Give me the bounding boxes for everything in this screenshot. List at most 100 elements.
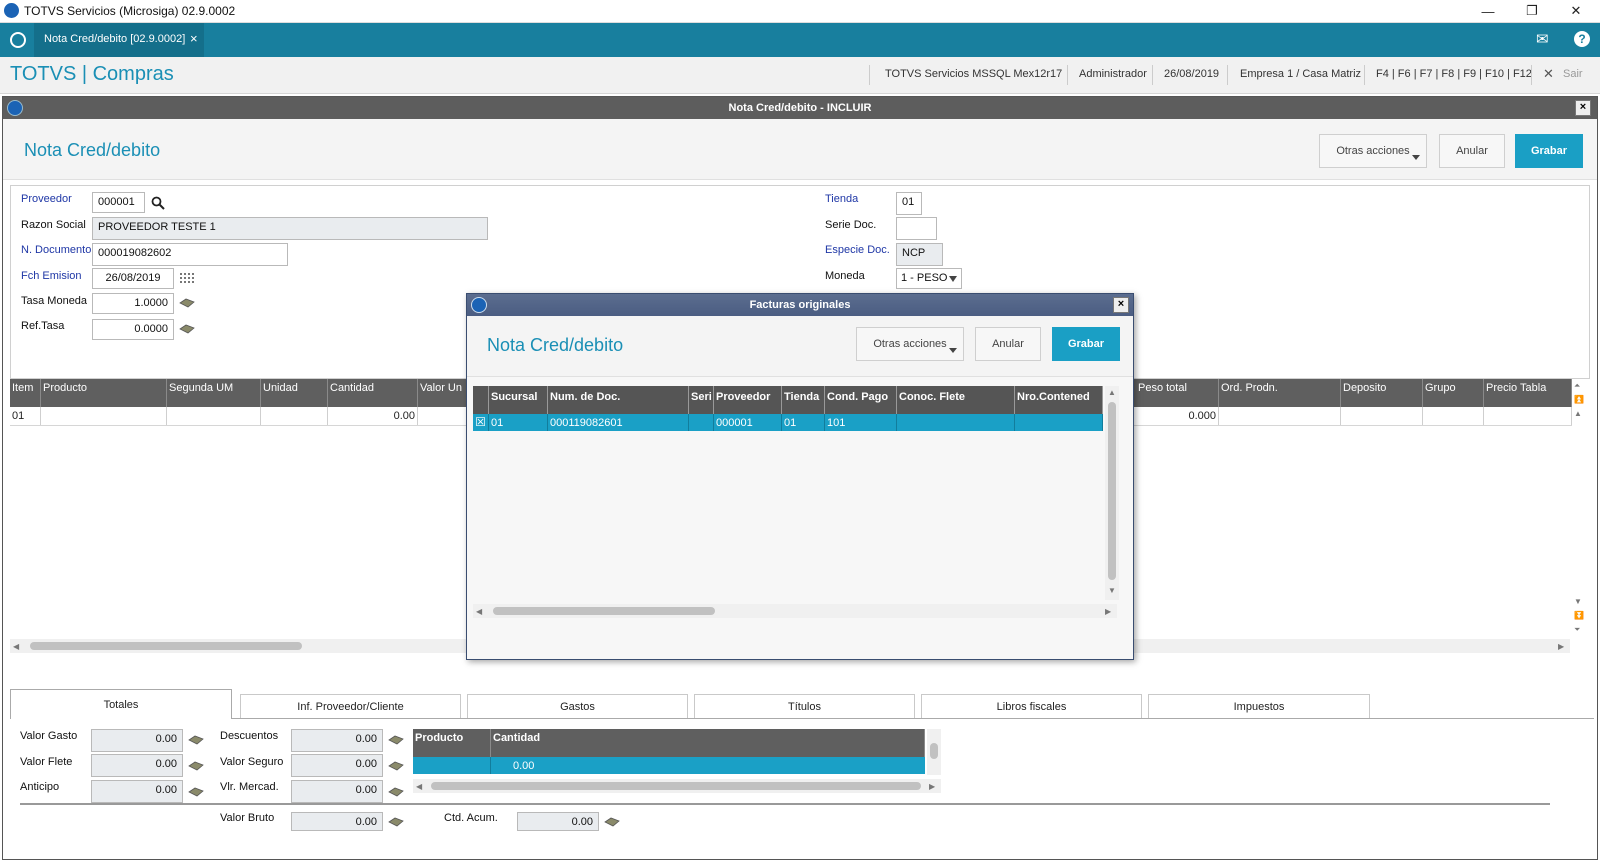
column-header[interactable]: Deposito [1341, 379, 1423, 407]
table-cell[interactable]: 01 [489, 414, 548, 431]
scroll-right-icon[interactable]: ▶ [1105, 607, 1111, 616]
table-cell[interactable] [41, 407, 167, 425]
column-header[interactable]: Tienda [782, 386, 825, 414]
column-header[interactable]: Cantidad [491, 729, 925, 757]
column-header[interactable]: Ord. Prodn. [1219, 379, 1341, 407]
line-down-icon[interactable]: ▼ [1574, 597, 1582, 606]
search-icon[interactable] [151, 196, 165, 210]
column-header[interactable]: Peso total [1136, 379, 1219, 407]
table-cell[interactable] [1423, 407, 1484, 425]
table-cell[interactable]: 01 [10, 407, 41, 425]
scroll-left-icon[interactable]: ◀ [476, 607, 482, 616]
tienda-field[interactable]: 01 [896, 192, 922, 215]
tab-impuestos[interactable]: Impuestos [1148, 694, 1370, 719]
tab-titulos[interactable]: Títulos [694, 694, 915, 719]
descuentos-field[interactable]: 0.00 [291, 729, 383, 752]
save-button[interactable]: Grabar [1515, 134, 1583, 168]
money-icon[interactable] [388, 817, 404, 827]
close-window-button[interactable]: ✕ [1554, 0, 1598, 22]
home-icon[interactable] [10, 32, 26, 48]
line-up-icon[interactable]: ▲ [1574, 409, 1582, 418]
moneda-select[interactable]: 1 - PESO [896, 268, 962, 289]
proveedor-field[interactable]: 000001 [92, 192, 145, 213]
tab-inf-proveedor[interactable]: Inf. Proveedor/Cliente [240, 694, 461, 719]
column-header[interactable]: Sucursal [489, 386, 548, 414]
column-header[interactable]: Precio Tabla [1484, 379, 1572, 407]
tab-nota-cred-debito[interactable]: Nota Cred/debito [02.9.0002] × [34, 23, 204, 57]
scrollbar-thumb[interactable] [1108, 402, 1116, 580]
money-icon[interactable] [388, 735, 404, 745]
money-icon[interactable] [179, 324, 195, 334]
table-row[interactable]: 0.00 [413, 757, 925, 774]
table-cell[interactable] [261, 407, 328, 425]
table-cell[interactable] [897, 414, 1015, 431]
anticipo-field[interactable]: 0.00 [91, 780, 183, 803]
help-icon[interactable]: ? [1574, 31, 1590, 47]
table-cell[interactable] [1015, 414, 1103, 431]
money-icon[interactable] [188, 787, 204, 797]
modal-cancel-button[interactable]: Anular [975, 327, 1041, 361]
mail-icon[interactable]: ✉ [1536, 30, 1549, 48]
valor-seguro-field[interactable]: 0.00 [291, 754, 383, 777]
scroll-left-icon[interactable]: ◀ [416, 782, 422, 791]
column-header[interactable]: Nro.Contened [1015, 386, 1103, 414]
calendar-icon[interactable] [179, 272, 195, 285]
column-header[interactable]: Item [10, 379, 41, 407]
column-header[interactable]: Producto [41, 379, 167, 407]
scroll-right-icon[interactable]: ▶ [929, 782, 935, 791]
scroll-up-icon[interactable]: ▲ [1108, 388, 1116, 397]
scrollbar-thumb[interactable] [30, 642, 302, 650]
column-header[interactable]: Cantidad [328, 379, 418, 407]
column-header[interactable]: Unidad [261, 379, 328, 407]
valor-bruto-field[interactable]: 0.00 [291, 812, 383, 831]
table-cell[interactable]: 0.00 [328, 407, 418, 425]
column-header[interactable]: Proveedor [714, 386, 782, 414]
scrollbar-thumb[interactable] [930, 743, 938, 759]
serie-doc-field[interactable] [896, 217, 937, 240]
table-cell[interactable]: 101 [825, 414, 897, 431]
company-info[interactable]: Empresa 1 / Casa Matriz [1240, 68, 1361, 80]
move-top-icon[interactable]: ⏶ [1574, 381, 1580, 391]
valor-gasto-field[interactable]: 0.00 [91, 729, 183, 752]
column-header[interactable]: Grupo [1423, 379, 1484, 407]
table-cell[interactable] [413, 757, 491, 774]
table-cell[interactable]: 000119082601 [548, 414, 689, 431]
other-actions-button[interactable]: Otras acciones [1319, 134, 1427, 168]
shortcut-keys[interactable]: F4 | F6 | F7 | F8 | F9 | F10 | F12 [1376, 68, 1532, 80]
exit-button[interactable]: ✕ Sair [1543, 66, 1595, 84]
scroll-left-icon[interactable]: ◀ [13, 642, 19, 651]
fch-emision-field[interactable]: 26/08/2019 [92, 268, 174, 289]
column-header[interactable]: Num. de Doc. [548, 386, 689, 414]
column-header[interactable]: Seri [689, 386, 714, 414]
valor-flete-field[interactable]: 0.00 [91, 754, 183, 777]
ref-tasa-field[interactable]: 0.0000 [92, 319, 174, 340]
tab-close-icon[interactable]: × [190, 31, 198, 46]
money-icon[interactable] [388, 761, 404, 771]
ctd-acum-field[interactable]: 0.00 [517, 812, 599, 831]
table-cell[interactable]: 01 [782, 414, 825, 431]
table-cell[interactable]: 000001 [714, 414, 782, 431]
horizontal-scrollbar[interactable]: ◀ ▶ [413, 779, 941, 793]
column-header[interactable]: Segunda UM [167, 379, 261, 407]
table-cell[interactable] [1219, 407, 1341, 425]
money-icon[interactable] [388, 787, 404, 797]
scrollbar-thumb[interactable] [431, 782, 921, 790]
cancel-button[interactable]: Anular [1439, 134, 1505, 168]
column-header[interactable]: Producto [413, 729, 491, 757]
money-icon[interactable] [188, 761, 204, 771]
page-down-icon[interactable]: ⏬ [1574, 611, 1584, 620]
table-cell[interactable] [689, 414, 714, 431]
column-header[interactable]: Cond. Pago [825, 386, 897, 414]
money-icon[interactable] [179, 298, 195, 308]
n-documento-field[interactable]: 000019082602 [92, 243, 288, 266]
tab-libros-fiscales[interactable]: Libros fiscales [921, 694, 1142, 719]
vertical-scrollbar[interactable]: ▲ ▼ [1105, 386, 1119, 600]
page-up-icon[interactable]: ⏫ [1574, 395, 1584, 404]
minimize-button[interactable]: — [1466, 0, 1510, 22]
money-icon[interactable] [604, 817, 620, 827]
move-bottom-icon[interactable]: ⏷ [1574, 625, 1580, 635]
tab-gastos[interactable]: Gastos [467, 694, 688, 719]
horizontal-scrollbar[interactable]: ◀ ▶ [473, 604, 1117, 618]
money-icon[interactable] [188, 735, 204, 745]
table-row[interactable]: ☒ 01 000119082601 000001 01 101 [473, 414, 1103, 431]
